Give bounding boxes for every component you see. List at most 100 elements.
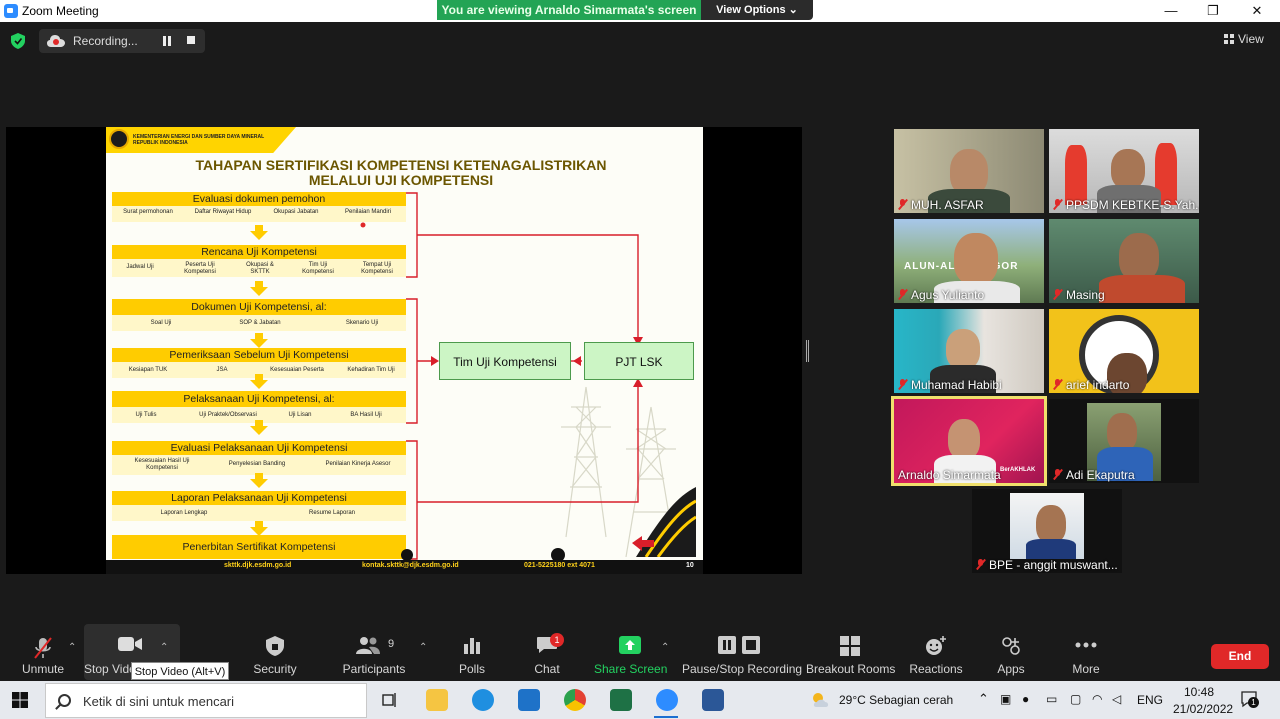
file-explorer-icon[interactable] [426,689,448,711]
maximize-button[interactable]: ❐ [1198,2,1228,20]
view-options-button[interactable]: View Options ⌄ [701,0,813,20]
mic-muted-icon [1053,469,1062,480]
participant-name: Masing [1053,288,1105,302]
video-options-chevron-icon[interactable]: ⌃ [160,642,168,653]
participant-name: Arnaldo Simarmata [898,468,1001,482]
notification-count: 1 [1248,697,1259,708]
tray-chevron-up-icon[interactable]: ⌃ [978,691,989,707]
participants-button[interactable]: 9 Participants [340,624,408,680]
end-meeting-button[interactable]: End [1211,644,1269,669]
encryption-shield-icon[interactable] [11,33,25,49]
minimize-button[interactable]: — [1156,2,1186,20]
participants-label: Participants [342,662,406,676]
notifications-button[interactable]: 1 [1240,690,1259,708]
more-label: More [1072,662,1100,676]
shared-screen: KEMENTERIAN ENERGI DAN SUMBER DAYA MINER… [6,127,802,574]
chevron-down-icon: ⌄ [788,4,798,16]
zoom-tray-icon[interactable]: ▣ [1000,692,1011,706]
shield-icon [266,636,284,656]
mic-muted-icon [1053,199,1062,210]
participant-name: MUH. ASFAR [898,198,984,212]
apps-button[interactable]: Apps [990,624,1032,680]
participants-chevron-icon[interactable]: ⌃ [419,642,427,653]
share-screen-icon [619,636,641,654]
pause-recording-button[interactable] [161,35,173,47]
unmute-button[interactable]: Unmute [14,624,72,680]
participant-tile[interactable]: arief indarto [1049,309,1199,393]
security-label: Security [253,662,297,676]
security-button[interactable]: Security [246,624,304,680]
panel-resize-handle[interactable] [806,340,809,362]
view-label: View [1238,32,1264,46]
apps-label: Apps [997,662,1025,676]
battery-icon[interactable]: ▭ [1046,692,1057,706]
participant-tile[interactable]: BPE - anggit muswant... [972,489,1122,573]
box-pjt-lsk: PJT LSK [584,342,694,380]
participant-tile[interactable]: PPSDM KEBTKE-S.Yah... [1049,129,1199,213]
stop-recording-button[interactable] [187,36,195,44]
mic-muted-icon [976,559,985,570]
presentation-slide: KEMENTERIAN ENERGI DAN SUMBER DAYA MINER… [106,127,703,574]
zoom-app-icon [4,4,18,18]
clock-time[interactable]: 10:48 [1184,685,1214,699]
mic-muted-icon [1053,379,1062,390]
pause-stop-recording-button[interactable]: Pause/Stop Recording [682,624,803,680]
task-view-icon[interactable] [382,692,398,708]
back-arrow-icon [632,536,654,551]
polls-icon [464,638,480,654]
slide-footer: skttk.djk.esdm.go.id kontak.skttk@djk.es… [106,560,703,574]
participant-tile[interactable]: Muhamad Habibi [894,309,1044,393]
reactions-icon [926,636,946,655]
recording-label: Recording... [73,34,138,48]
clock-date[interactable]: 21/02/2022 [1173,702,1233,716]
viewing-screen-banner: You are viewing Arnaldo Simarmata's scre… [437,0,701,20]
recording-indicator: Recording... [39,29,205,53]
pause-stop-icon [718,636,760,654]
view-layout-button[interactable]: View [1224,32,1264,46]
chrome-browser-icon[interactable] [564,689,586,711]
word-icon[interactable] [702,689,724,711]
more-button[interactable]: More [1064,624,1108,680]
windows-start-icon[interactable] [12,692,28,708]
wifi-icon[interactable]: ◠ [1092,692,1102,706]
participant-tile[interactable]: Adi Ekaputra [1049,399,1199,483]
polls-button[interactable]: Polls [446,624,498,680]
audio-options-chevron-icon[interactable]: ⌃ [68,642,76,653]
slide-page-number: 10 [686,562,694,569]
breakout-rooms-button[interactable]: Breakout Rooms [806,624,895,680]
participant-tile-active-speaker[interactable]: BerAKHLAK Arnaldo Simarmata [891,396,1047,486]
participant-tile[interactable]: ALUN-ALUN BOGOR Agus Yulianto [894,219,1044,303]
share-screen-button[interactable]: Share Screen [594,624,668,680]
excel-icon[interactable] [610,689,632,711]
search-icon [58,694,71,707]
participant-name: arief indarto [1053,378,1129,392]
participant-name: Adi Ekaputra [1053,468,1135,482]
reactions-button[interactable]: Reactions [906,624,966,680]
more-icon [1075,642,1097,648]
video-camera-icon [118,637,142,651]
pointer-dot [360,222,366,228]
breakout-rooms-icon [840,636,860,656]
weather-text[interactable]: 29°C Sebagian cerah [839,693,953,707]
mail-icon[interactable] [518,689,540,711]
share-options-chevron-icon[interactable]: ⌃ [661,642,669,653]
unmute-label: Unmute [21,662,65,676]
participant-tile[interactable]: MUH. ASFAR [894,129,1044,213]
zoom-taskbar-icon[interactable] [656,689,678,711]
participant-name: PPSDM KEBTKE-S.Yah... [1053,198,1199,212]
chat-button[interactable]: 1 Chat [522,624,572,680]
display-icon[interactable]: ▢ [1070,692,1081,706]
edge-browser-icon[interactable] [472,689,494,711]
input-language[interactable]: ENG [1137,693,1163,707]
participants-count: 9 [388,638,395,650]
participant-tile[interactable]: Masing [1049,219,1199,303]
share-screen-label: Share Screen [594,662,668,676]
footer-phone: 021-5225180 ext 4071 [524,562,595,569]
view-options-label: View Options [716,4,786,16]
close-button[interactable]: ✕ [1242,2,1272,20]
volume-icon[interactable]: ◁ [1112,692,1121,706]
taskbar-search-input[interactable]: Ketik di sini untuk mencari [45,683,367,718]
pause-stop-recording-label: Pause/Stop Recording [682,662,803,676]
microphone-tray-icon[interactable]: ● [1022,692,1029,706]
window-title: Zoom Meeting [22,4,99,18]
